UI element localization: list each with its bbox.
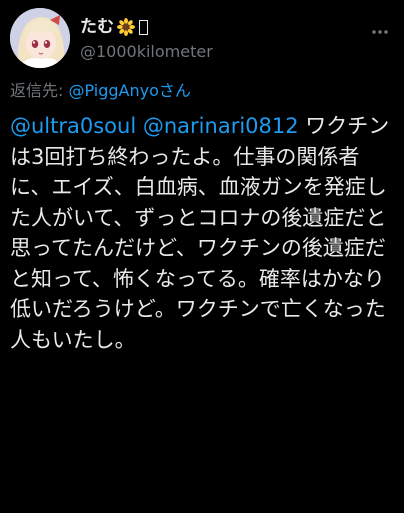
tweet-body-text: ワクチンは3回打ち終わったよ。仕事の関係者に、エイズ、白血病、血液ガンを発症した… bbox=[10, 114, 390, 352]
tweet-header: たむ @1000kilometer bbox=[10, 8, 394, 72]
reply-mention-link[interactable]: @PiggAnyoさん bbox=[69, 81, 191, 100]
more-horizontal-icon bbox=[372, 30, 388, 34]
display-name-text: たむ bbox=[80, 17, 114, 37]
mention-link-1[interactable]: @ultra0soul bbox=[10, 114, 136, 138]
user-handle[interactable]: @1000kilometer bbox=[80, 42, 213, 62]
tweet-text: @ultra0soul @narinari0812 ワクチンは3回打ち終わったよ… bbox=[10, 111, 394, 355]
display-name[interactable]: たむ bbox=[80, 17, 213, 37]
avatar[interactable] bbox=[10, 8, 70, 68]
tweet: たむ @1000kilometer 返信先: @PiggAnyoさん @ultr… bbox=[0, 0, 404, 513]
unrendered-glyph-icon bbox=[139, 19, 148, 35]
more-options-button[interactable] bbox=[368, 20, 392, 44]
reply-prefix: 返信先: bbox=[10, 81, 64, 100]
author-names: たむ @1000kilometer bbox=[80, 17, 213, 62]
sunflower-icon bbox=[117, 18, 135, 36]
mention-link-2[interactable]: @narinari0812 bbox=[143, 114, 299, 138]
reply-context: 返信先: @PiggAnyoさん bbox=[10, 81, 191, 101]
